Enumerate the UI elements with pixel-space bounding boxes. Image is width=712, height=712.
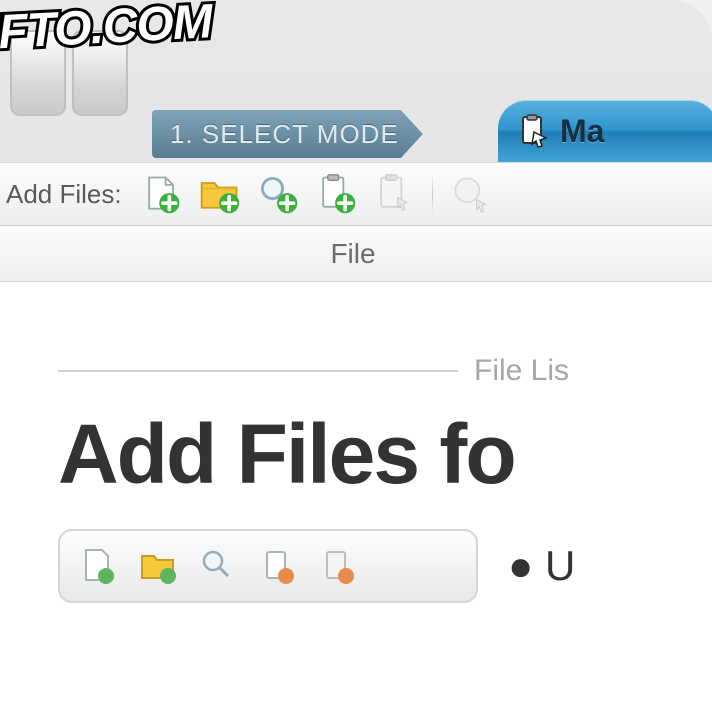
toolbar: Add Files: [0,162,712,226]
toolbar-label: Add Files: [6,179,122,210]
add-folder-icon[interactable] [138,546,178,586]
add-search-icon[interactable] [198,546,238,586]
clipboard-cursor-icon [516,114,550,148]
divider-label: File Lis [474,354,569,388]
paste-button[interactable] [370,170,418,218]
paste-icon[interactable] [318,546,358,586]
add-folder-button[interactable] [196,170,244,218]
file-list-area: File Lis Add Files fo [0,282,712,712]
add-clipboard-button[interactable] [312,170,360,218]
add-file-icon[interactable] [78,546,118,586]
divider-line [58,370,458,372]
add-file-button[interactable] [138,170,186,218]
window-frame: 1. SELECT MODE Ma Add Files: [0,0,712,712]
tab-label: Ma [560,113,604,150]
empty-state-title: Add Files fo [58,406,682,503]
file-list-divider: File Lis [58,354,682,388]
bullet-item: ● U [508,542,575,590]
add-clipboard-icon[interactable] [258,546,298,586]
toolbar-separator [432,174,433,214]
column-header-file[interactable]: File [330,238,375,270]
tab-manual[interactable]: Ma [498,100,712,162]
edit-button[interactable] [447,170,495,218]
step-label: 1. SELECT MODE [170,119,399,150]
quick-add-buttons [58,529,478,603]
column-header-row: File [0,226,712,282]
step-1-select-mode[interactable]: 1. SELECT MODE [152,110,423,158]
add-search-button[interactable] [254,170,302,218]
